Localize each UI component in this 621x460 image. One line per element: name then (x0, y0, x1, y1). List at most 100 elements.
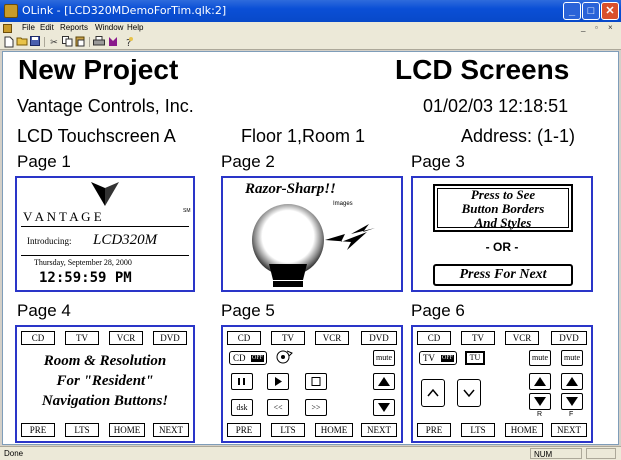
cd-power-button[interactable]: CD OFF (229, 351, 267, 365)
section-title: LCD Screens (395, 54, 570, 85)
page-4-panel[interactable]: CD TV VCR DVD Room & Resolution For "Res… (15, 325, 195, 443)
menu-bar: File Edit Reports Window Help _ ▫ × (0, 22, 621, 35)
vcr-button[interactable]: VCR (505, 331, 539, 345)
home-button[interactable]: HOME (315, 423, 353, 437)
razor-heading: Razor-Sharp!! (245, 181, 336, 197)
up-right-button[interactable] (561, 373, 583, 390)
home-button[interactable]: HOME (109, 423, 145, 437)
lts-button[interactable]: LTS (271, 423, 305, 437)
vantage-logo-icon (91, 182, 119, 206)
page-6-panel[interactable]: CD TV VCR DVD TV OFF TU mute mute R F PR… (411, 325, 593, 443)
tuner-button[interactable]: TU (465, 351, 485, 365)
status-pane (586, 448, 616, 459)
screen-time: 12:59:59 PM (39, 270, 132, 286)
dvd-button[interactable]: DVD (361, 331, 397, 345)
tool-icon[interactable] (107, 36, 119, 48)
pause-button[interactable] (231, 373, 253, 390)
tv-power-label: TV (423, 353, 435, 363)
open-icon[interactable] (16, 36, 28, 48)
mdi-restore-button[interactable]: ▫ (595, 23, 598, 32)
paste-icon[interactable] (74, 36, 86, 48)
new-icon[interactable] (3, 36, 15, 48)
mdi-close-button[interactable]: × (608, 23, 613, 32)
cd-button[interactable]: CD (21, 331, 55, 345)
off-label: OFF (251, 355, 265, 362)
menu-edit[interactable]: Edit (40, 23, 54, 32)
title-bar: OLink - [LCD320MDemoForTim.qlk:2] _ □ ✕ (0, 0, 621, 22)
save-icon[interactable] (29, 36, 41, 48)
status-text: Done (4, 449, 24, 458)
down-right-button[interactable] (561, 393, 583, 410)
device-name: LCD Touchscreen A (17, 126, 176, 146)
home-button[interactable]: HOME (505, 423, 543, 437)
cd-power-label: CD (233, 353, 246, 363)
print-icon[interactable] (93, 36, 105, 48)
pre-button[interactable]: PRE (227, 423, 261, 437)
tv-button[interactable]: TV (271, 331, 305, 345)
vcr-button[interactable]: VCR (109, 331, 143, 345)
page-5-panel[interactable]: CD TV VCR DVD CD OFF mute dsk << >> PRE … (221, 325, 403, 443)
location: Floor 1,Room 1 (241, 126, 366, 146)
off-label: OFF (441, 355, 455, 362)
chevron-up-icon (427, 388, 439, 397)
mute-left-button[interactable]: mute (529, 350, 551, 366)
close-button[interactable]: ✕ (601, 2, 619, 20)
page-4-body-line-2: For "Resident" (56, 373, 154, 389)
mdi-minimize-button[interactable]: _ (581, 23, 585, 32)
copy-icon[interactable] (61, 36, 73, 48)
dvd-button[interactable]: DVD (153, 331, 187, 345)
tv-button[interactable]: TV (65, 331, 99, 345)
chevron-down-icon (463, 389, 475, 398)
tv-button[interactable]: TV (461, 331, 495, 345)
cd-button[interactable]: CD (227, 331, 261, 345)
num-indicator: NUM (530, 448, 582, 459)
volume-down-button[interactable] (373, 399, 395, 416)
lts-button[interactable]: LTS (461, 423, 495, 437)
pre-button[interactable]: PRE (21, 423, 55, 437)
page-3-panel[interactable]: Press to See Button Borders And Styles -… (411, 176, 593, 292)
next-button[interactable]: NEXT (551, 423, 587, 437)
cut-icon[interactable]: ✂ (48, 36, 60, 48)
dvd-button[interactable]: DVD (551, 331, 587, 345)
channel-down-button[interactable] (457, 379, 481, 407)
pre-button[interactable]: PRE (417, 423, 451, 437)
lts-button[interactable]: LTS (65, 423, 99, 437)
stop-button[interactable] (305, 373, 327, 390)
lightbulb-icon (252, 204, 375, 287)
menu-reports[interactable]: Reports (60, 23, 88, 32)
play-button[interactable] (267, 373, 289, 390)
disc-icon (276, 350, 293, 364)
menu-file[interactable]: File (22, 23, 35, 32)
page-5-label: Page 5 (221, 301, 275, 320)
toolbar: ✂ ? (0, 35, 621, 50)
borders-demo-button[interactable]: Press to See Button Borders And Styles (433, 184, 573, 232)
vcr-button[interactable]: VCR (315, 331, 349, 345)
next-button[interactable]: NEXT (361, 423, 397, 437)
page-1-panel[interactable]: V A N T A G E SM Introducing: LCD320M Th… (15, 176, 195, 292)
screen-date: Thursday, September 28, 2000 (34, 258, 132, 267)
tv-power-button[interactable]: TV OFF (419, 351, 457, 365)
disk-button[interactable]: dsk (231, 399, 253, 416)
fast-forward-button[interactable]: >> (305, 399, 327, 416)
channel-up-button[interactable] (421, 379, 445, 407)
press-for-next-button[interactable]: Press For Next (433, 264, 573, 286)
document-icon[interactable] (3, 24, 12, 33)
menu-window[interactable]: Window (95, 23, 123, 32)
up-left-button[interactable] (529, 373, 551, 390)
mute-right-button[interactable]: mute (561, 350, 583, 366)
rewind-button[interactable]: << (267, 399, 289, 416)
borders-line-3: And Styles (474, 215, 532, 230)
address: Address: (1-1) (461, 126, 576, 146)
page-6-label: Page 6 (411, 301, 465, 320)
page-2-panel[interactable]: Razor-Sharp!! Images (221, 176, 403, 292)
next-button[interactable]: NEXT (153, 423, 189, 437)
help-icon[interactable]: ? (123, 36, 135, 49)
volume-up-button[interactable] (373, 373, 395, 390)
minimize-button[interactable]: _ (563, 2, 581, 20)
service-mark: SM (183, 208, 191, 214)
mute-button[interactable]: mute (373, 350, 395, 366)
menu-help[interactable]: Help (127, 23, 143, 32)
cd-button[interactable]: CD (417, 331, 451, 345)
down-left-button[interactable] (529, 393, 551, 410)
maximize-button[interactable]: □ (582, 2, 600, 20)
